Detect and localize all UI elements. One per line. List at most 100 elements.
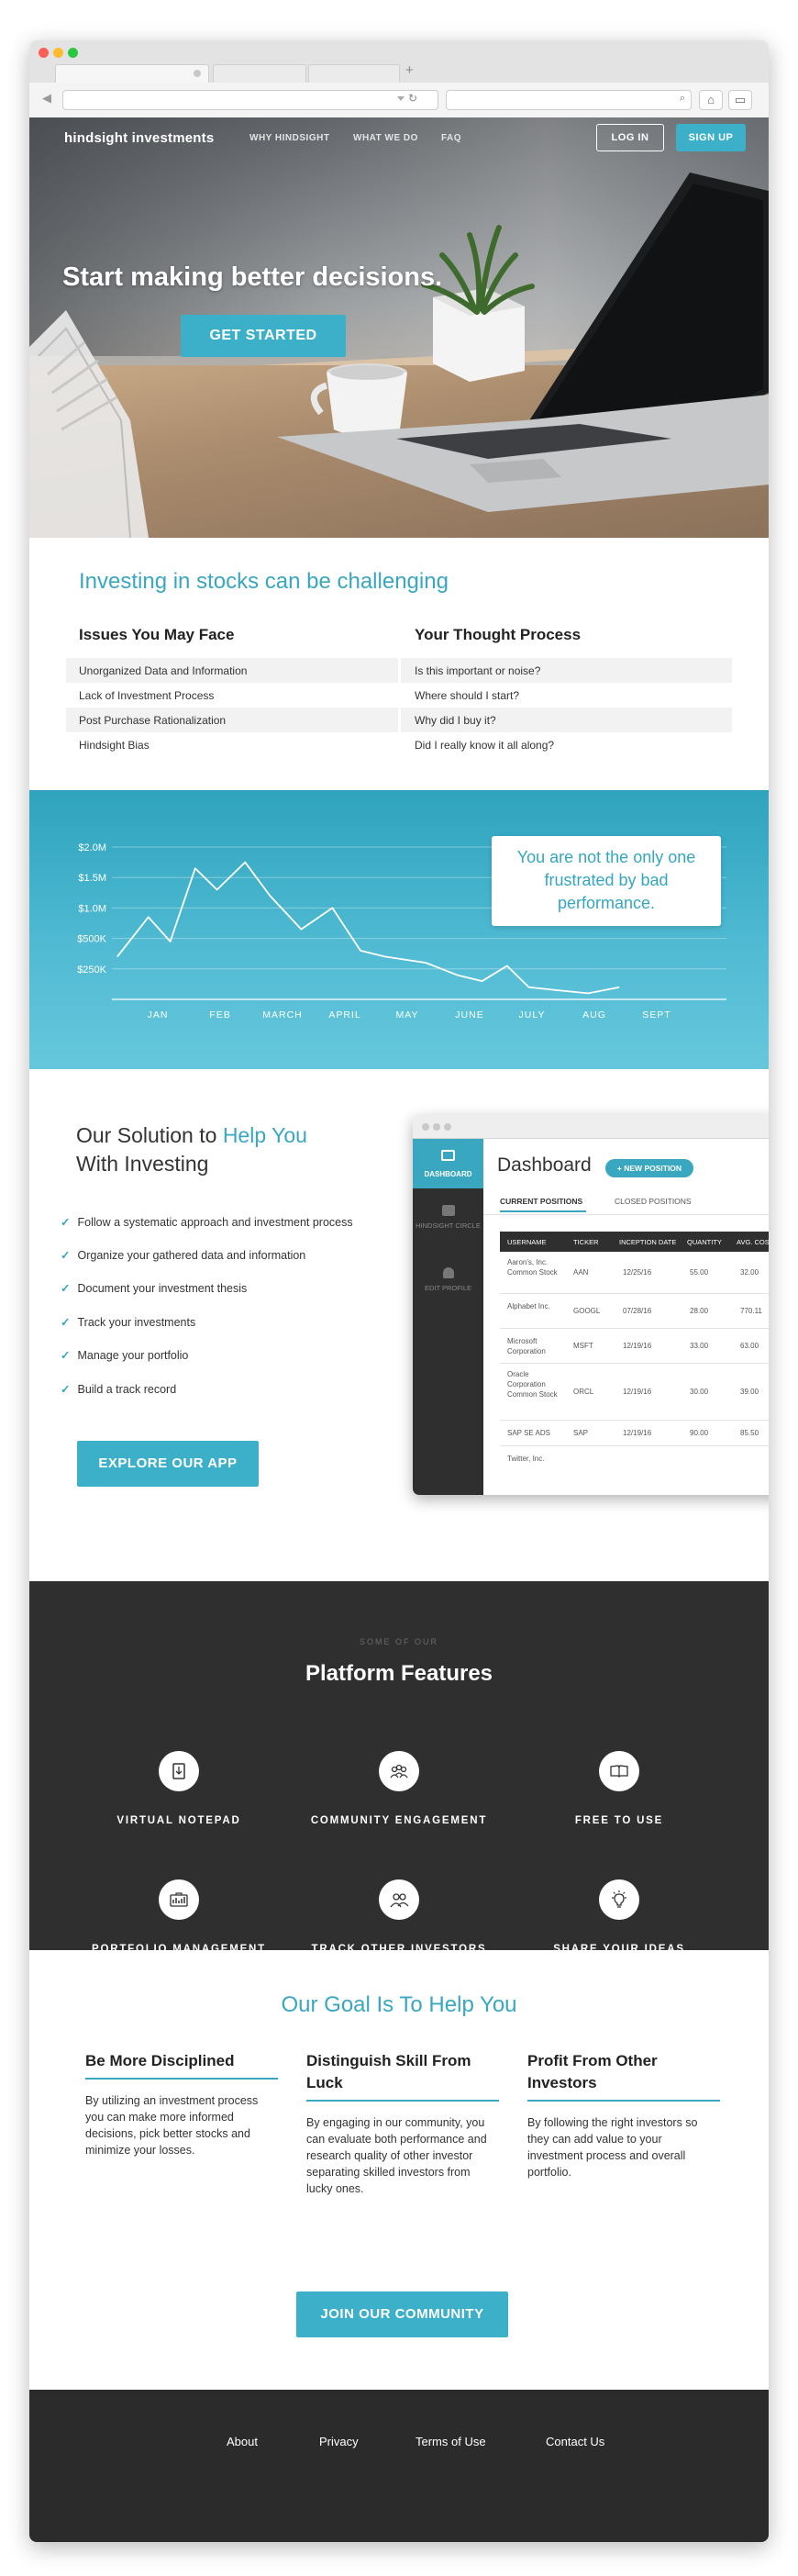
table-row[interactable]: SAP SE ADS SAP 12/19/16 90.00 85.50: [500, 1421, 769, 1446]
cell-quantity: 28.00: [690, 1307, 709, 1315]
nav-link-faq[interactable]: FAQ: [441, 133, 461, 143]
maximize-window-icon[interactable]: [68, 48, 78, 58]
sidebar-label: DASHBOARD: [424, 1170, 472, 1178]
table-row[interactable]: Twitter, Inc.: [500, 1446, 769, 1472]
cell-cost: 63.00: [740, 1342, 759, 1350]
issue-text: Unorganized Data and Information: [79, 664, 248, 677]
thought-text: Is this important or noise?: [415, 664, 541, 677]
feature-label: TRACK OTHER INVESTORS: [311, 1944, 487, 1955]
home-icon[interactable]: ⌂: [699, 90, 723, 110]
reload-icon[interactable]: ↻: [408, 92, 417, 105]
check-text: Build a track record: [77, 1383, 177, 1396]
cell-cost: 770.11: [740, 1307, 762, 1315]
challenge-row: Lack of Investment Process Where should …: [66, 683, 732, 708]
tab-closed-positions[interactable]: CLOSED POSITIONS: [615, 1197, 692, 1206]
back-arrow-icon[interactable]: ◀: [42, 91, 51, 106]
hero-headline: Start making better decisions.: [62, 262, 443, 292]
solution-title-accent: Help You: [222, 1123, 307, 1147]
grid-icon: [441, 1205, 455, 1216]
footer-link-privacy[interactable]: Privacy: [319, 2435, 359, 2448]
column-header[interactable]: INCEPTION DATE: [619, 1238, 676, 1246]
lightbulb-icon: [599, 1879, 639, 1920]
app-preview-titlebar: [413, 1115, 769, 1139]
active-tab-indicator: [500, 1210, 586, 1212]
browser-tab-active[interactable]: [55, 64, 209, 83]
feature-label: FREE TO USE: [574, 1815, 664, 1826]
app-preview: DASHBOARD HINDSIGHT CIRCLE EDIT PROFILE …: [413, 1115, 769, 1495]
feature-community-engagement: COMMUNITY ENGAGEMENT: [289, 1751, 509, 1826]
site-logo[interactable]: hindsight investments: [64, 130, 214, 146]
login-button[interactable]: LOG IN: [596, 124, 664, 151]
close-window-icon[interactable]: [39, 48, 49, 58]
app-sidebar-dashboard[interactable]: DASHBOARD: [413, 1139, 483, 1188]
minimize-window-icon[interactable]: [53, 48, 63, 58]
solution-check-item: ✓ Organize your gathered data and informa…: [61, 1248, 305, 1262]
table-row[interactable]: Aaron's, Inc. Common Stock AAN 12/25/16 …: [500, 1252, 769, 1294]
goal-column: Profit From Other Investors By following…: [527, 2050, 720, 2180]
window-dot-icon: [422, 1123, 429, 1131]
column-header[interactable]: QUANTITY: [687, 1238, 722, 1246]
tab-close-icon[interactable]: [194, 70, 201, 77]
column-header[interactable]: TICKER: [573, 1238, 599, 1246]
chair-illustration: [29, 310, 149, 538]
chart-x-tick-label: SEPT: [642, 1009, 671, 1020]
address-bar[interactable]: ↻: [62, 90, 438, 110]
browser-tab[interactable]: [308, 64, 400, 83]
tab-current-positions[interactable]: CURRENT POSITIONS: [500, 1197, 582, 1206]
goals-heading: Our Goal Is To Help You: [281, 1992, 517, 2017]
dropdown-arrow-icon[interactable]: [397, 96, 405, 101]
signup-button[interactable]: SIGN UP: [676, 124, 746, 151]
notepad-icon: [159, 1751, 199, 1791]
features-pretitle: SOME OF OUR: [359, 1637, 438, 1646]
goal-title: Profit From Other Investors: [527, 2050, 720, 2102]
search-bar[interactable]: ⌕: [446, 90, 692, 110]
goal-title: Distinguish Skill From Luck: [306, 2050, 499, 2102]
table-row[interactable]: Microsoft Corporation MSFT 12/19/16 33.0…: [500, 1329, 769, 1364]
chart-x-tick-label: MARCH: [262, 1009, 303, 1020]
browser-tab[interactable]: [213, 64, 306, 83]
checkmark-icon: ✓: [61, 1216, 71, 1229]
issue-text: Hindsight Bias: [79, 739, 150, 752]
goal-description: By utilizing an investment process you c…: [85, 2094, 259, 2157]
cell-ticker: ORCL: [573, 1388, 594, 1396]
site-footer: About Privacy Terms of Use Contact Us: [29, 2390, 769, 2542]
new-position-button[interactable]: + NEW POSITION: [605, 1159, 693, 1177]
footer-link-terms[interactable]: Terms of Use: [416, 2435, 486, 2448]
nav-link-why-hindsight[interactable]: WHY HINDSIGHT: [249, 133, 329, 143]
new-tab-icon[interactable]: +: [405, 62, 414, 78]
footer-link-contact[interactable]: Contact Us: [546, 2435, 604, 2448]
table-row[interactable]: Alphabet Inc. GOOGL 07/28/16 28.00 770.1…: [500, 1294, 769, 1329]
app-sidebar-hindsight-circle[interactable]: HINDSIGHT CIRCLE: [413, 1205, 483, 1231]
feature-label: PORTFOLIO MANAGEMENT: [92, 1944, 266, 1955]
cell-quantity: 55.00: [690, 1268, 709, 1277]
app-sidebar-edit-profile[interactable]: EDIT PROFILE: [413, 1267, 483, 1293]
cell-ticker: SAP: [573, 1429, 589, 1437]
get-started-button[interactable]: GET STARTED: [181, 315, 346, 357]
app-dashboard-title: Dashboard: [497, 1154, 592, 1176]
performance-chart: $2.0M $1.5M $1.0M $500K $250K JAN FEB MARCH APRI…: [77, 842, 726, 1020]
checkmark-icon: ✓: [61, 1349, 71, 1362]
menu-icon[interactable]: ▭: [728, 90, 752, 110]
frustration-callout: You are not the only one frustrated by b…: [492, 836, 721, 926]
solution-title-post: With Investing: [76, 1152, 209, 1176]
goal-column: Distinguish Skill From Luck By engaging …: [306, 2050, 499, 2197]
cell-quantity: 90.00: [690, 1429, 709, 1437]
cell-name: SAP SE ADS: [507, 1429, 550, 1437]
explore-app-button[interactable]: EXPLORE OUR APP: [77, 1441, 259, 1487]
footer-link-about[interactable]: About: [227, 2435, 258, 2448]
column-divider: [398, 658, 401, 683]
table-row[interactable]: Oracle Corporation Common Stock ORCL 12/…: [500, 1364, 769, 1421]
feature-virtual-notepad: VIRTUAL NOTEPAD: [69, 1751, 289, 1826]
check-text: Follow a systematic approach and investm…: [77, 1216, 353, 1229]
column-header[interactable]: AVG. COST: [737, 1238, 769, 1246]
cell-date: 12/19/16: [623, 1388, 652, 1396]
solution-check-item: ✓ Manage your portfolio: [61, 1348, 188, 1362]
cell-cost: 32.00: [740, 1268, 759, 1277]
performance-chart-section: $2.0M $1.5M $1.0M $500K $250K JAN FEB MARCH APRI…: [29, 790, 769, 1069]
search-icon[interactable]: ⌕: [680, 93, 685, 105]
column-header[interactable]: USERNAME: [507, 1238, 547, 1246]
cell-quantity: 30.00: [690, 1388, 709, 1396]
nav-link-what-we-do[interactable]: WHAT WE DO: [353, 133, 418, 143]
chart-x-tick-label: JULY: [519, 1009, 546, 1020]
join-community-button[interactable]: JOIN OUR COMMUNITY: [296, 2292, 508, 2337]
